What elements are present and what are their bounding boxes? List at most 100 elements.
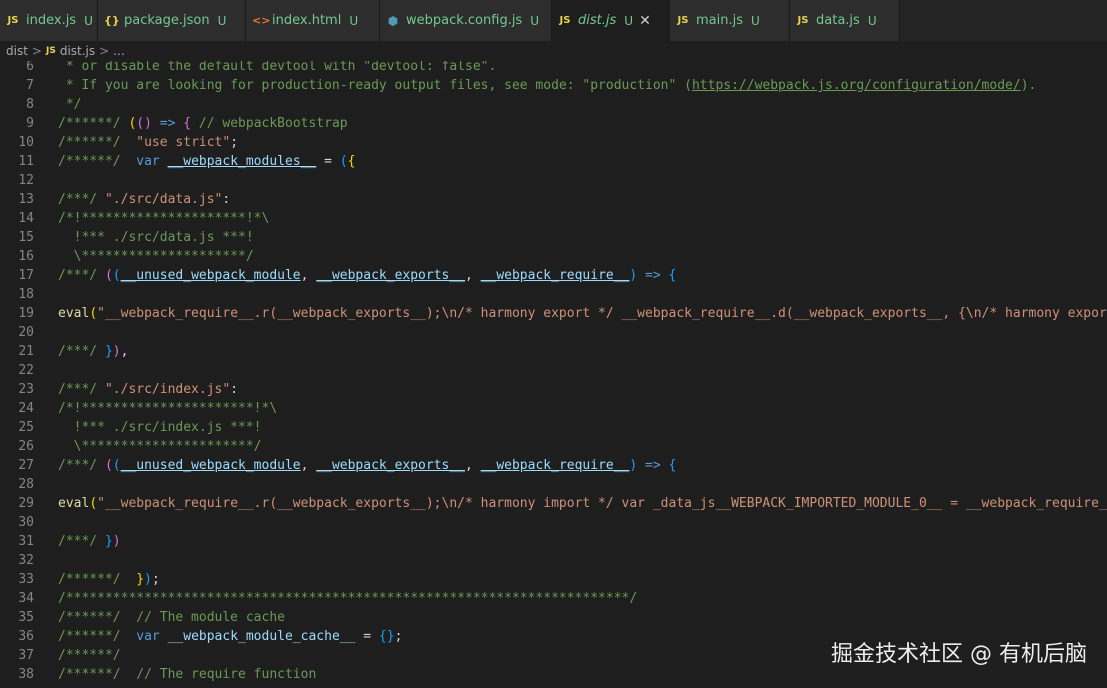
line-number: 13 (18, 192, 34, 207)
code-token: => (637, 268, 669, 283)
code-line[interactable]: 13 /***/ "./src/data.js": (0, 190, 1107, 209)
code-text: */ (58, 95, 82, 114)
code-text: !*** ./src/data.js ***! (58, 228, 254, 247)
code-token: /*!**********************!*\ (58, 401, 278, 416)
code-token: __webpack_require__ (480, 268, 630, 283)
code-line[interactable]: 11 /******/ var __webpack_modules__ = ({ (0, 152, 1107, 171)
breadcrumb-symbol[interactable]: ... (113, 44, 124, 58)
line-number: 34 (18, 591, 34, 606)
code-line[interactable]: 27/***/ ((__unused_webpack_module, __web… (0, 456, 1107, 475)
code-editor[interactable]: 6 * or disable the default devtool with … (0, 61, 1107, 688)
code-text: /******/ var __webpack_module_cache__ = … (58, 627, 402, 646)
code-token: /*!*********************!*\ (58, 211, 270, 226)
code-line[interactable]: 6 * or disable the default devtool with … (0, 61, 1107, 76)
line-number: 25 (18, 420, 34, 435)
code-token: https://webpack.js.org/configuration/mod… (691, 78, 1021, 93)
code-line[interactable]: 7 * If you are looking for production-re… (0, 76, 1107, 95)
code-token: /******/ (58, 572, 137, 587)
code-token: ( (89, 496, 98, 511)
code-token: , (120, 344, 129, 359)
code-token: \**********************/ (58, 439, 262, 454)
code-line[interactable]: 34 /*************************************… (0, 589, 1107, 608)
line-number: 22 (18, 363, 34, 378)
code-line[interactable]: 28 (0, 475, 1107, 494)
git-status-badge: U (530, 13, 540, 28)
code-token: } (136, 572, 145, 587)
code-text: !*** ./src/index.js ***! (58, 418, 262, 437)
line-number: 12 (18, 173, 34, 188)
code-text: /******/ // The module cache (58, 608, 285, 627)
code-token: ; (394, 629, 403, 644)
js-icon: JS (559, 15, 571, 26)
code-line[interactable]: 18 (0, 285, 1107, 304)
code-line[interactable]: 8 */ (0, 95, 1107, 114)
code-token: } (104, 534, 113, 549)
tab-data-js[interactable]: JS data.js U (790, 0, 900, 41)
code-token: ( (89, 306, 98, 321)
code-token: ) (112, 534, 121, 549)
line-number: 7 (26, 78, 34, 93)
code-line[interactable]: 17/***/ ((__unused_webpack_module, __web… (0, 266, 1107, 285)
code-line[interactable]: 20 (0, 323, 1107, 342)
code-line[interactable]: 23 /***/ "./src/index.js": (0, 380, 1107, 399)
code-token: => (637, 458, 669, 473)
code-line[interactable]: 10 /******/ "use strict"; (0, 133, 1107, 152)
code-line[interactable]: 25 !*** ./src/index.js ***! (0, 418, 1107, 437)
git-status-badge: U (217, 13, 227, 28)
code-token: = (355, 629, 379, 644)
code-line[interactable]: 24 /*!**********************!*\ (0, 399, 1107, 418)
code-token: ( (104, 268, 113, 283)
code-text: /***************************************… (58, 589, 637, 608)
code-line[interactable]: 9 /******/ (() => { // webpackBootstrap (0, 114, 1107, 133)
code-token: __webpack_require__ (480, 458, 630, 473)
breadcrumb-file[interactable]: dist.js (60, 44, 95, 58)
tab-dist-js[interactable]: JS dist.js U ✕ (552, 0, 670, 41)
code-text: /******/ }); (58, 570, 160, 589)
code-line[interactable]: 22 (0, 361, 1107, 380)
code-token: => (151, 116, 184, 131)
tab-index-js[interactable]: JS index.js U (0, 0, 98, 41)
line-number: 20 (18, 325, 34, 340)
code-token: = (316, 154, 340, 169)
code-token: { (183, 116, 192, 131)
code-text: /******/ "use strict"; (58, 133, 238, 152)
tab-main-js[interactable]: JS main.js U (670, 0, 790, 41)
tab-label: dist.js (578, 13, 617, 28)
code-line[interactable]: 16 \*********************/ (0, 247, 1107, 266)
code-token: /***/ (58, 268, 105, 283)
line-number: 17 (18, 268, 34, 283)
tab-label: index.js (26, 13, 77, 28)
git-status-badge: U (867, 13, 877, 28)
code-line[interactable]: 26 \**********************/ (0, 437, 1107, 456)
code-line[interactable]: 21 /***/ }), (0, 342, 1107, 361)
breadcrumb-folder[interactable]: dist (6, 44, 28, 58)
chevron-right-icon: > (99, 44, 110, 58)
code-text: /******/ (() => { // webpackBootstrap (58, 114, 348, 133)
code-line[interactable]: 29 eval("__webpack_require__.r(__webpack_… (0, 494, 1107, 513)
code-line[interactable]: 31 /***/ }) (0, 532, 1107, 551)
code-text: * or disable the default devtool with "d… (58, 61, 496, 76)
code-line[interactable]: 19 eval("__webpack_require__.r(__webpack_… (0, 304, 1107, 323)
html-icon: <> (252, 14, 271, 27)
code-token: ) (112, 344, 121, 359)
code-token: : (230, 382, 239, 397)
code-line[interactable]: 33 /******/ }); (0, 570, 1107, 589)
tab-index-html[interactable]: <> index.html U (246, 0, 380, 41)
code-line[interactable]: 14 /*!*********************!*\ (0, 209, 1107, 228)
code-line[interactable]: 15 !*** ./src/data.js ***! (0, 228, 1107, 247)
code-line[interactable]: 30 (0, 513, 1107, 532)
code-line[interactable]: 12 (0, 171, 1107, 190)
code-text: /***/ "./src/index.js": (58, 380, 238, 399)
line-number: 29 (18, 496, 34, 511)
tab-package-json[interactable]: {} package.json U (98, 0, 246, 41)
code-token: // webpackBootstrap (191, 116, 348, 131)
tab-webpack-config-js[interactable]: ⬢ webpack.config.js U (380, 0, 552, 41)
code-text: /***/ ((__unused_webpack_module, __webpa… (58, 456, 676, 475)
code-line[interactable]: 32 (0, 551, 1107, 570)
code-line[interactable]: 35 /******/ // The module cache (0, 608, 1107, 627)
close-icon[interactable]: ✕ (639, 13, 651, 29)
js-icon: JS (797, 15, 809, 26)
code-token: ) (144, 116, 152, 131)
editor-tab-bar: JS index.js U{} package.json U <> index.html U ⬢… (0, 0, 1107, 41)
code-token: __unused_webpack_module (120, 458, 301, 473)
